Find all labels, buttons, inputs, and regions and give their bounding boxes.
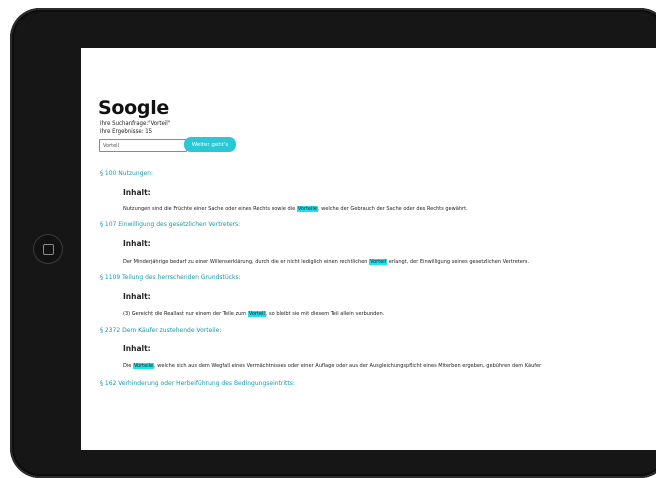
brand-logo: Soogle bbox=[98, 97, 169, 119]
home-button[interactable] bbox=[34, 235, 62, 263]
content-heading: Inhalt: bbox=[123, 292, 151, 301]
result-title[interactable]: § 162 Verhinderung oder Herbeiführung de… bbox=[100, 380, 295, 387]
result-title[interactable]: § 100 Nutzungen: bbox=[100, 170, 153, 177]
result-snippet: Die Vorteile, welche sich aus dem Wegfal… bbox=[123, 363, 542, 369]
result-snippet: Der Minderjährige bedarf zu einer Willen… bbox=[123, 259, 530, 265]
result-title[interactable]: § 1109 Teilung des herrschenden Grundstü… bbox=[100, 274, 241, 281]
content-heading: Inhalt: bbox=[123, 188, 151, 197]
highlight-match: Vorteil bbox=[369, 259, 388, 265]
highlight-match: Vorteile bbox=[132, 363, 155, 369]
highlight-match: Vorteile bbox=[296, 206, 318, 212]
content-heading: Inhalt: bbox=[123, 344, 151, 353]
browser-screen: Soogle Ihre Suchanfrage:"Vorteil" Ihre E… bbox=[81, 48, 656, 450]
tablet-frame: Soogle Ihre Suchanfrage:"Vorteil" Ihre E… bbox=[10, 8, 656, 478]
search-button[interactable]: Weiter geht's bbox=[184, 137, 236, 152]
result-title[interactable]: § 107 Einwilligung des gesetzlichen Vert… bbox=[100, 221, 240, 228]
result-title[interactable]: § 2372 Dem Käufer zustehende Vorteile: bbox=[100, 327, 221, 334]
search-input[interactable] bbox=[99, 139, 187, 152]
highlight-match: Vorteil bbox=[247, 311, 266, 317]
result-snippet: (3) Gereicht die Reallast nur einem der … bbox=[123, 311, 385, 317]
result-count-label: Ihre Ergebnisse: 15 bbox=[100, 128, 153, 135]
search-query-label: Ihre Suchanfrage:"Vorteil" bbox=[100, 120, 171, 127]
content-heading: Inhalt: bbox=[123, 239, 151, 248]
result-snippet: Nutzungen sind die Früchte einer Sache o… bbox=[123, 206, 468, 212]
